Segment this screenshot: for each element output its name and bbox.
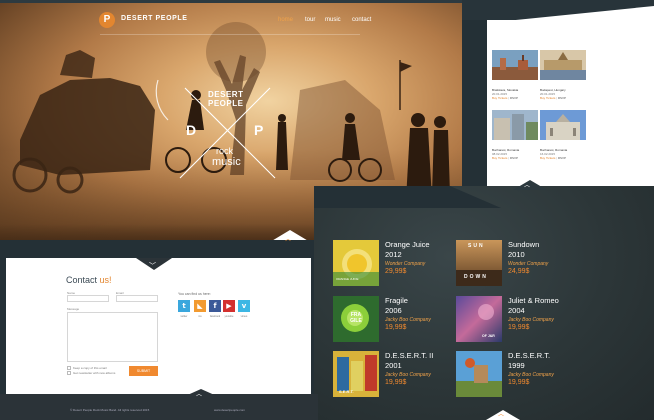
album-company: Jacky Boo Company — [385, 317, 431, 323]
album-price[interactable]: 19,99$ — [385, 324, 406, 331]
logo-text[interactable]: DESERT PEOPLE — [121, 15, 188, 22]
contact-section — [6, 258, 311, 394]
album-cover-orange-juice[interactable]: ORANGE JUICE — [333, 240, 379, 286]
tour-card: Budapest, Hungary 20.01.2015 Buy Tickets… — [540, 50, 590, 101]
newsletter-checkbox-label: Get newsletter with new albums — [73, 371, 116, 375]
chevron-up-icon[interactable]: ︿ — [285, 234, 291, 243]
hero-title-line1: DESERT — [208, 90, 244, 99]
nav-home[interactable]: home — [278, 17, 293, 23]
message-label: Message — [67, 307, 80, 311]
footer-copyright: © Desert People Rock Music Band. All rig… — [70, 408, 150, 412]
social-heading: You can find us here: — [178, 292, 211, 296]
album-year: 2006 — [385, 306, 402, 315]
album-company: Jacky Boo Company — [508, 372, 554, 378]
album-price[interactable]: 19,99$ — [385, 379, 406, 386]
tour-photo-bucharest-1[interactable] — [492, 110, 538, 140]
album-title[interactable]: Orange Juice — [385, 240, 430, 249]
hero-letter-left: D — [186, 122, 197, 138]
twitter-icon[interactable]: t — [178, 300, 190, 312]
buy-tickets-link[interactable]: Buy Tickets — [540, 156, 555, 160]
album-year: 2004 — [508, 306, 525, 315]
buy-tickets-link[interactable]: Buy Tickets — [492, 96, 507, 100]
chevron-up-icon[interactable]: ︿ — [498, 409, 504, 418]
album-cover-juliet-romeo[interactable]: OF J&R — [456, 296, 502, 342]
nav-tour[interactable]: tour — [305, 17, 315, 23]
hero-word-music: music — [212, 156, 241, 168]
album-price[interactable]: 24,99$ — [508, 268, 529, 275]
album-price[interactable]: 19,99$ — [508, 379, 529, 386]
youtube-icon[interactable]: ▶ — [223, 300, 235, 312]
copy-checkbox[interactable] — [67, 366, 71, 370]
rsvp-link[interactable]: RSVP — [558, 156, 566, 160]
newsletter-checkbox[interactable] — [67, 371, 71, 375]
album-title[interactable]: Sundown — [508, 240, 539, 249]
email-field[interactable] — [116, 295, 158, 302]
copy-checkbox-label: Keep a copy of this email — [73, 366, 107, 370]
hero-word-rock: rock — [216, 146, 234, 156]
album-price[interactable]: 19,99$ — [508, 324, 529, 331]
logo-icon[interactable]: P — [99, 12, 115, 28]
album-year: 2001 — [385, 361, 402, 370]
hero-letter-right: P — [254, 122, 264, 138]
buy-tickets-link[interactable]: Buy Tickets — [540, 96, 555, 100]
nav-divider — [100, 34, 360, 35]
social-label: youtube — [224, 315, 234, 318]
album-year: 1999 — [508, 361, 525, 370]
footer — [0, 394, 318, 420]
rss-icon[interactable]: ◣ — [194, 300, 206, 312]
album-title[interactable]: Fragile — [385, 296, 408, 305]
social-label: vimeo — [240, 315, 248, 318]
album-company: Wonder Company — [508, 261, 549, 267]
social-label: twitter — [180, 315, 188, 318]
hero-title-line2: PEOPLE — [208, 99, 244, 108]
main-nav: P DESERT PEOPLE home tour music contact — [0, 8, 462, 34]
nav-music[interactable]: music — [325, 17, 341, 23]
tour-photo-budapest[interactable] — [540, 50, 586, 80]
tour-card: Bratislava, Slovakia 20.01.2015 Buy Tick… — [492, 50, 542, 101]
tour-card: Bucharest, Romania 08.02.2015 Buy Ticket… — [492, 110, 542, 161]
album-cover-desert-ii[interactable]: S.E.R.T. — [333, 351, 379, 397]
footer-url[interactable]: www.desertpeople.com — [214, 408, 245, 412]
tour-photo-bucharest-2[interactable] — [540, 110, 586, 140]
chevron-down-icon[interactable]: ﹀ — [149, 261, 156, 271]
album-year: 2010 — [508, 250, 525, 259]
tour-photo-bratislava[interactable] — [492, 50, 538, 80]
nav-contact[interactable]: contact — [352, 17, 371, 23]
chevron-up-icon[interactable]: ︿ — [524, 180, 530, 189]
album-company: Wonder Company — [385, 261, 426, 267]
message-field[interactable] — [67, 312, 158, 362]
album-cover-fragile[interactable]: FRA GILE — [333, 296, 379, 342]
tour-card: Bucharest, Romania 16.02.2015 Buy Ticket… — [540, 110, 590, 161]
album-title[interactable]: Juliet & Romeo — [508, 296, 559, 305]
album-price[interactable]: 29,99$ — [385, 268, 406, 275]
buy-tickets-link[interactable]: Buy Tickets — [492, 156, 507, 160]
vimeo-icon[interactable]: v — [238, 300, 250, 312]
album-cover-sundown[interactable]: SUN DOWN — [456, 240, 502, 286]
hero-top-border — [0, 0, 462, 3]
album-title[interactable]: D.E.S.E.R.T. II — [385, 351, 433, 360]
album-company: Jacky Boo Company — [508, 317, 554, 323]
album-company: Jacky Boo Company — [385, 372, 431, 378]
rsvp-link[interactable]: RSVP — [510, 96, 518, 100]
chevron-up-icon[interactable]: ︿ — [196, 389, 202, 398]
rsvp-link[interactable]: RSVP — [510, 156, 518, 160]
social-label: rss — [198, 315, 202, 318]
contact-title: Contact us! — [66, 275, 112, 285]
rsvp-link[interactable]: RSVP — [558, 96, 566, 100]
album-title[interactable]: D.E.S.E.R.T. — [508, 351, 550, 360]
submit-button[interactable]: SUBMIT — [129, 366, 158, 376]
album-year: 2012 — [385, 250, 402, 259]
name-field[interactable] — [67, 295, 109, 302]
facebook-icon[interactable]: f — [209, 300, 221, 312]
album-cover-desert[interactable] — [456, 351, 502, 397]
